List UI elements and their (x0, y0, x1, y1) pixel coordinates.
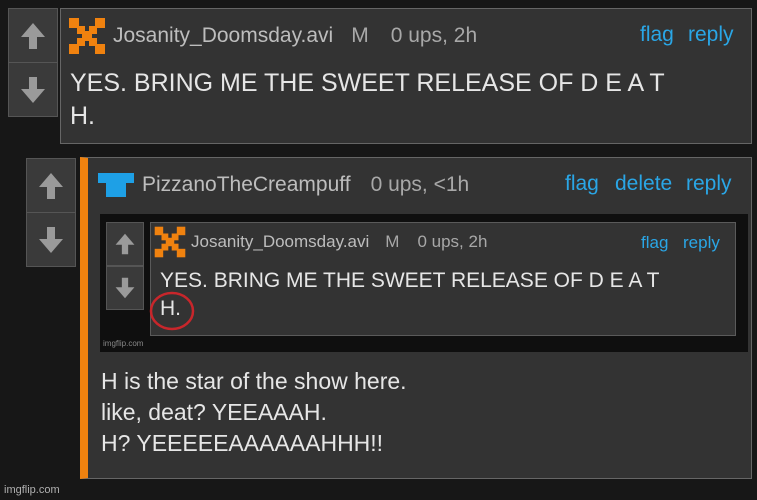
comment-text-line: H. (70, 102, 95, 130)
avatar (98, 173, 134, 197)
comment-text-line: YES. BRING ME THE SWEET RELEASE OF D E A… (70, 69, 665, 97)
embedded-badge: M (385, 232, 400, 251)
arrow-up-icon (115, 233, 135, 255)
downvote-button[interactable] (8, 62, 58, 117)
watermark: imgflip.com (4, 484, 60, 496)
username-link[interactable]: PizzanoTheCreampuff (142, 173, 351, 197)
arrow-down-icon (115, 277, 135, 299)
comment-body: YES. BRING ME THE SWEET RELEASE OF D E A… (70, 67, 665, 133)
avatar (154, 226, 186, 258)
mod-badge: M (351, 24, 369, 47)
embedded-text-line: YES. BRING ME THE SWEET RELEASE OF D E A… (160, 269, 660, 292)
embedded-reply: reply (683, 233, 720, 252)
comment-text-line: H? YEEEEEAAAAAAHHH!! (101, 430, 384, 456)
page: { "comment1": { "username": "Josanity_Do… (0, 0, 757, 500)
downvote-button[interactable] (26, 212, 76, 267)
comment-text-line: like, deat? YEEAAAH. (101, 399, 327, 425)
delete-link[interactable]: delete (615, 172, 672, 196)
highlight-circle (149, 291, 195, 331)
comment-body: H is the star of the show here. like, de… (101, 366, 407, 459)
embedded-image[interactable]: Josanity_Doomsday.avi M 0 ups, 2h flag r… (100, 214, 748, 352)
username-link[interactable]: Josanity_Doomsday.avi (113, 24, 333, 48)
comment-stats: 0 ups, <1h (370, 173, 470, 196)
reply-comment: PizzanoTheCreampuff 0 ups, <1h flag dele… (80, 157, 752, 479)
embedded-flag: flag (641, 233, 669, 252)
arrow-down-icon (39, 226, 63, 253)
flag-link[interactable]: flag (640, 23, 674, 47)
flag-link[interactable]: flag (565, 172, 599, 196)
embedded-text-line: H. (160, 297, 181, 320)
embedded-stats: 0 ups, 2h (417, 232, 488, 251)
reply-link[interactable]: reply (688, 23, 734, 47)
embedded-watermark: imgflip.com (103, 339, 144, 348)
comment-text-line: H is the star of the show here. (101, 368, 407, 394)
embedded-downvote (106, 266, 144, 310)
arrow-down-icon (21, 76, 45, 103)
comment-stats: 0 ups, 2h (390, 24, 478, 47)
arrow-up-icon (39, 172, 63, 199)
upvote-button[interactable] (26, 158, 76, 213)
upvote-button[interactable] (8, 8, 58, 63)
reply-link[interactable]: reply (686, 172, 732, 196)
arrow-up-icon (21, 22, 45, 49)
embedded-upvote (106, 222, 144, 266)
comment: Josanity_Doomsday.avi M 0 ups, 2h flag r… (60, 8, 752, 144)
embedded-comment: Josanity_Doomsday.avi M 0 ups, 2h flag r… (149, 222, 736, 336)
avatar (69, 18, 105, 54)
embedded-body: YES. BRING ME THE SWEET RELEASE OF D E A… (160, 267, 659, 323)
embedded-username: Josanity_Doomsday.avi (191, 232, 370, 251)
